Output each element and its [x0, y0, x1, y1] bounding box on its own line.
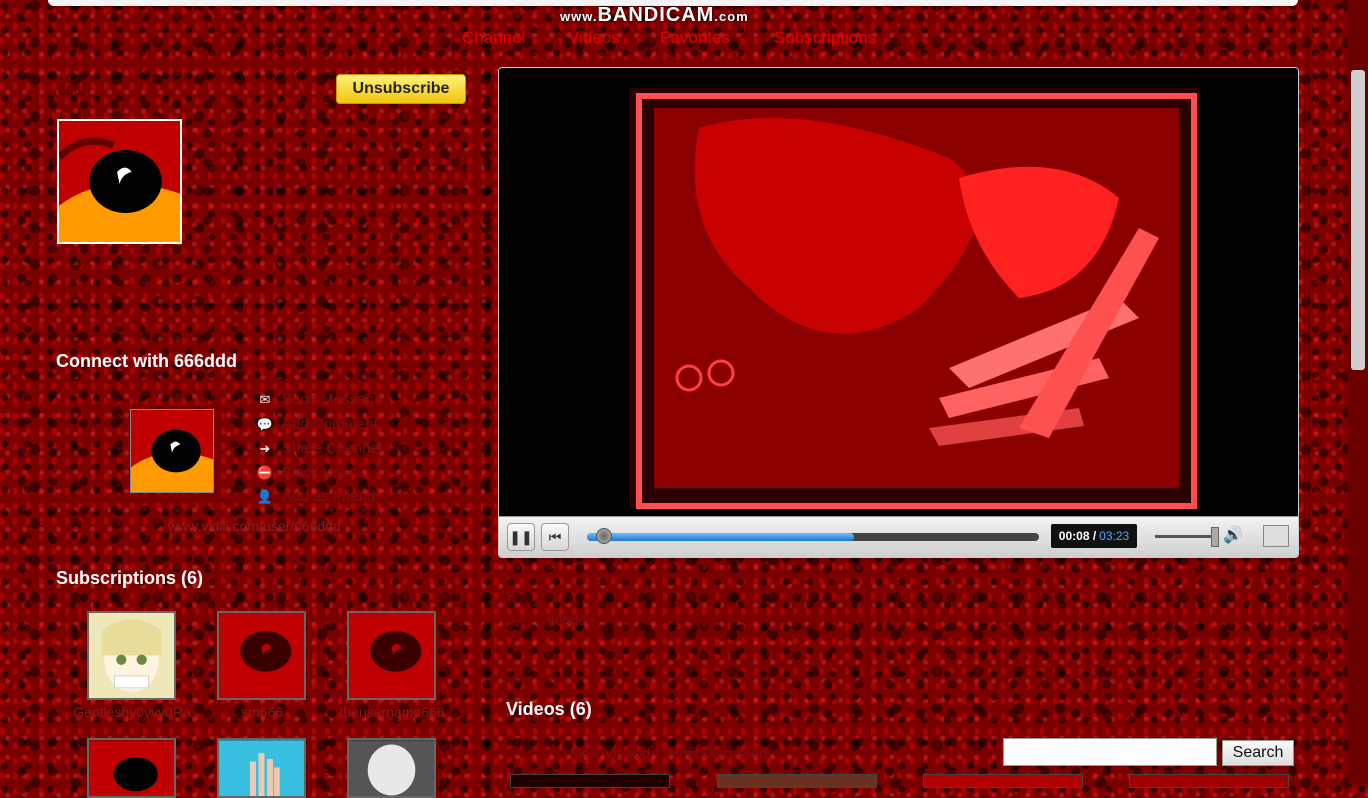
add-comment-link[interactable]: 💬 Add Comment: [256, 416, 378, 433]
eye-avatar-image: [219, 613, 304, 698]
subscription-avatar[interactable]: [87, 738, 176, 798]
buffered-fill: [587, 533, 854, 541]
videos-title: Videos (6): [506, 699, 592, 719]
subscription-name[interactable]: theusername666: [322, 704, 462, 720]
video-player[interactable]: ❚❚ ⏮ 00:08 /03:23 🔊: [498, 67, 1299, 558]
white-hair-avatar-image: [349, 740, 434, 796]
add-friend-link[interactable]: 👤 Add as Friend: [256, 488, 375, 505]
anime-avatar-image: [89, 613, 174, 698]
subscription-avatar[interactable]: [217, 738, 306, 798]
skip-back-button[interactable]: ⏮: [541, 523, 569, 551]
tab-most-discussed[interactable]: Most Discussed: [668, 745, 767, 761]
nav-subscriptions[interactable]: Subscriptions: [774, 28, 876, 48]
skip-back-icon: ⏮: [548, 528, 562, 545]
eye-avatar-image: [349, 613, 434, 698]
video-uploader-link[interactable]: 666ddd: [547, 612, 594, 628]
subscription-avatar[interactable]: [347, 738, 436, 798]
subscription-avatar[interactable]: [87, 611, 176, 700]
volume-slider[interactable]: [1155, 535, 1213, 538]
seek-bar[interactable]: [587, 528, 1039, 544]
eye-avatar-image: [89, 740, 174, 796]
channel-username: 666: [58, 82, 82, 98]
search-button[interactable]: Search: [1222, 740, 1294, 766]
fullscreen-button[interactable]: [1263, 525, 1289, 547]
video-thumbnail[interactable]: [717, 774, 877, 788]
video-title: 666: [505, 590, 529, 606]
unsubscribe-button[interactable]: Unsubscribe: [336, 74, 466, 104]
player-controls: ❚❚ ⏮ 00:08 /03:23 🔊: [499, 516, 1298, 557]
share-arrow-icon: ➜: [259, 440, 271, 456]
bandicam-watermark: www.BANDICAM.com: [560, 4, 749, 26]
channel-url-link[interactable]: www.vidlii.com/user/666ddd: [168, 518, 341, 534]
seek-handle[interactable]: [596, 528, 612, 544]
nav-videos[interactable]: Videos: [568, 28, 620, 48]
subscription-name[interactable]: Gentleshy0vvv0Ra: [62, 704, 202, 720]
subscription-avatar[interactable]: [347, 611, 436, 700]
subscriptions-title: Subscriptions (6): [56, 568, 204, 588]
volume-handle[interactable]: [1211, 527, 1219, 547]
volume-icon[interactable]: 🔊: [1223, 525, 1243, 545]
subscription-name[interactable]: sm666: [192, 704, 332, 720]
channel-avatar: [57, 119, 182, 244]
block-user-icon: ⛔: [256, 464, 274, 480]
hand-avatar-image: [219, 740, 304, 796]
block-user-link[interactable]: ⛔ Block User: [256, 464, 355, 481]
time-display: 00:08 /03:23: [1051, 524, 1137, 548]
pause-button[interactable]: ❚❚: [507, 523, 535, 551]
comment-icon: 💬: [256, 416, 274, 432]
subscription-avatar[interactable]: [217, 611, 306, 700]
share-channel-link[interactable]: ➜ Share Channel: [256, 440, 383, 457]
video-search-input[interactable]: [1003, 738, 1217, 766]
connect-title: Connect with 666ddd: [56, 351, 238, 371]
video-thumbnail[interactable]: [510, 774, 670, 788]
send-message-link[interactable]: ✉ Send Message: [256, 391, 383, 408]
video-thumbnail[interactable]: [1129, 774, 1289, 788]
tab-most-viewed[interactable]: Most Viewed: [570, 745, 650, 761]
pause-icon: ❚❚: [509, 528, 533, 545]
video-thumbnail[interactable]: [923, 774, 1083, 788]
video-frame[interactable]: [499, 68, 1299, 518]
eye-avatar-image: [131, 410, 213, 492]
mail-icon: ✉: [259, 391, 271, 407]
connect-avatar[interactable]: [130, 409, 214, 493]
scrollbar-thumb[interactable]: [1351, 70, 1365, 370]
add-friend-icon: 👤: [256, 488, 274, 504]
nav-favorites[interactable]: Favorites: [660, 28, 730, 48]
eye-avatar-image: [59, 121, 180, 242]
total-time: 03:23: [1099, 529, 1130, 543]
current-time: 00:08: [1058, 529, 1090, 543]
nav-channel[interactable]: Channel: [462, 28, 525, 48]
